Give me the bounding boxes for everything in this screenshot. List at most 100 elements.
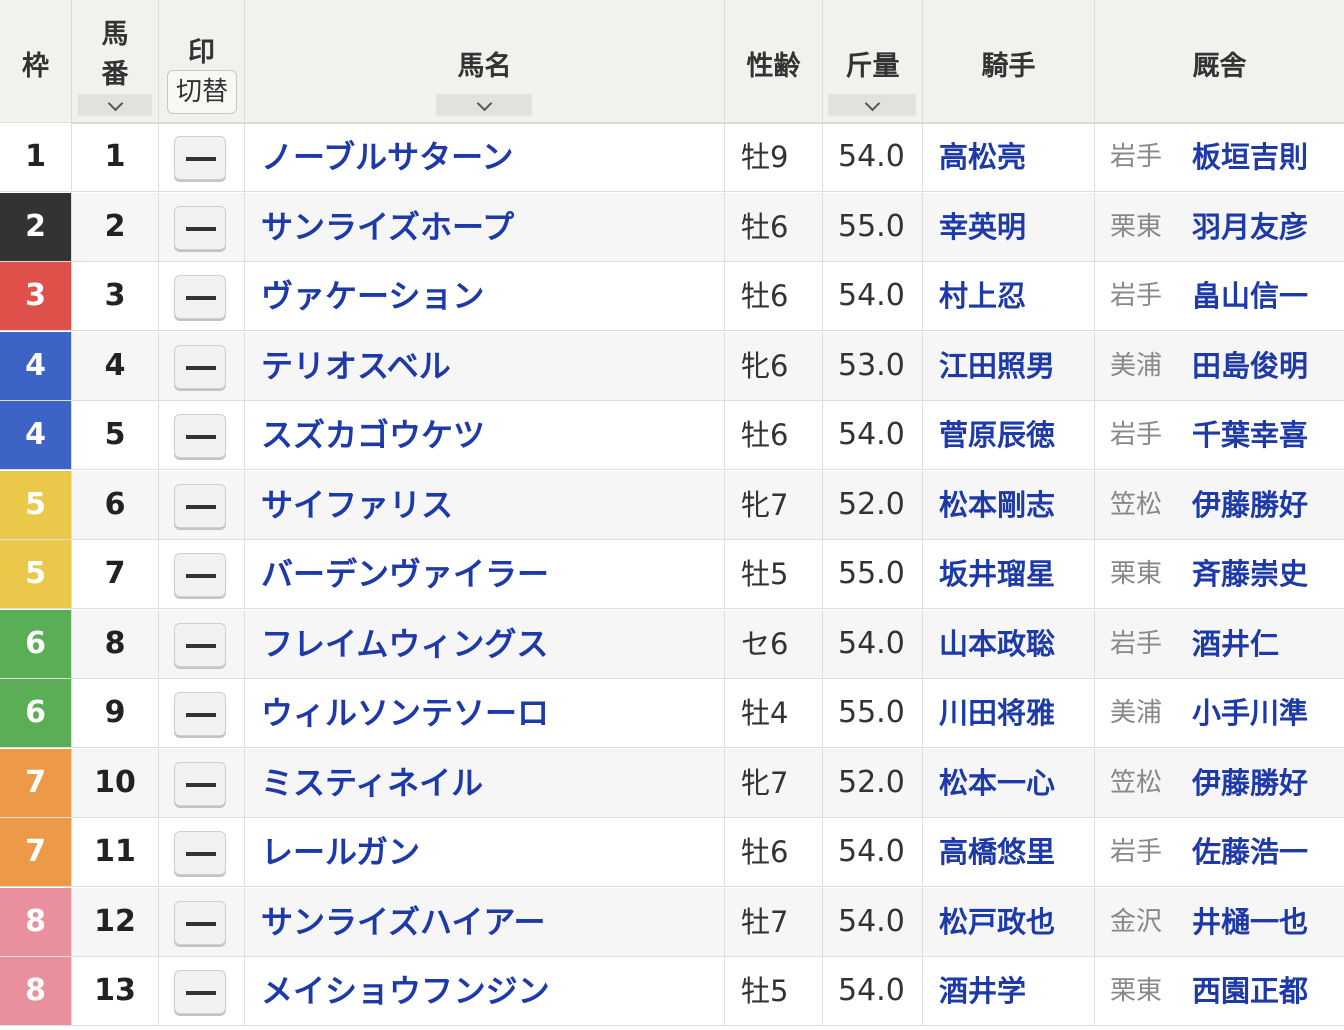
jockey-link[interactable]: 坂井瑠星 [939,540,1055,608]
horse-name-link[interactable]: ウィルソンテソーロ [261,679,549,747]
jockey-cell: 高橋悠里 [923,818,1095,886]
stable-region: 栗東 [1110,559,1163,589]
jockey-link[interactable]: 菅原辰徳 [939,401,1055,469]
horse-name-link[interactable]: ミスティネイル [261,749,483,817]
jockey-link[interactable]: 山本政聡 [939,610,1055,678]
trainer-link[interactable]: 羽月友彦 [1192,193,1308,261]
jockey-link[interactable]: 松戸政也 [939,888,1055,956]
mark-cell [159,401,245,469]
trainer-link[interactable]: 伊藤勝好 [1192,471,1308,539]
umaban-cell: 12 [72,887,159,956]
stable-cell: 岩手 畠山信一 [1095,262,1344,330]
header-umaban[interactable]: 馬 番 [72,0,159,122]
jockey-link[interactable]: 松本一心 [939,749,1055,817]
horse-name-link[interactable]: メイショウフンジン [261,957,550,1025]
mark-select-button[interactable] [174,622,226,667]
sexage-cell: 牡6 [725,401,823,469]
umaban-cell: 3 [72,262,159,330]
sexage-cell: 牝7 [725,470,823,539]
horse-name-link[interactable]: ヴァケーション [261,262,484,330]
jockey-link[interactable]: 酒井学 [939,957,1026,1025]
name-sort-button[interactable] [436,94,532,116]
trainer-link[interactable]: 小手川準 [1192,679,1308,747]
jockey-link[interactable]: 高橋悠里 [939,818,1055,886]
table-row[interactable]: 5 7 バーデンヴァイラー 牡5 55.0 坂井瑠星 栗東 斉藤崇史 [0,540,1344,609]
trainer-link[interactable]: 伊藤勝好 [1192,749,1308,817]
stable-cell: 岩手 酒井仁 [1095,610,1344,678]
sexage-cell: 牝7 [725,748,823,817]
horse-name-link[interactable]: バーデンヴァイラー [261,540,549,608]
dash-icon [186,157,216,161]
stable-cell: 栗東 西園正都 [1095,957,1344,1025]
mark-select-button[interactable] [174,761,226,806]
mark-select-button[interactable] [174,900,226,945]
mark-cell [159,192,245,261]
stable-cell: 金沢 井樋一也 [1095,888,1344,956]
table-row[interactable]: 5 6 サイファリス 牝7 52.0 松本剛志 笠松 伊藤勝好 [0,470,1344,540]
trainer-link[interactable]: 千葉幸喜 [1192,401,1308,469]
stable-cell: 美浦 田島俊明 [1095,332,1344,400]
weight-cell: 54.0 [823,818,923,886]
mark-select-button[interactable] [174,970,226,1014]
horse-name-link[interactable]: サイファリス [261,471,453,539]
header-weight[interactable]: 斤量 [823,0,923,122]
jockey-link[interactable]: 村上忍 [939,262,1026,330]
horse-name-link[interactable]: フレイムウィングス [261,610,548,678]
trainer-link[interactable]: 佐藤浩一 [1192,818,1308,886]
horse-name-link[interactable]: レールガン [261,818,420,886]
table-row[interactable]: 7 11 レールガン 牡6 54.0 高橋悠里 岩手 佐藤浩一 [0,818,1344,887]
sexage-cell: 牝6 [725,331,823,400]
jockey-cell: 松本一心 [923,748,1095,817]
table-row[interactable]: 8 13 メイショウフンジン 牡5 54.0 酒井学 栗東 西園正都 [0,957,1344,1026]
mark-select-button[interactable] [174,205,226,250]
table-row[interactable]: 4 5 スズカゴウケツ 牡6 54.0 菅原辰徳 岩手 千葉幸喜 [0,401,1344,470]
jockey-link[interactable]: 幸英明 [939,193,1026,261]
umaban-sort-button[interactable] [78,94,152,116]
trainer-link[interactable]: 西園正都 [1192,957,1308,1025]
mark-select-button[interactable] [174,414,226,458]
horse-name-link[interactable]: テリオスベル [261,332,451,400]
table-row[interactable]: 6 9 ウィルソンテソーロ 牡4 55.0 川田将雅 美浦 小手川準 [0,679,1344,748]
table-row[interactable]: 1 1 ノーブルサターン 牡9 54.0 高松亮 岩手 板垣吉則 [0,123,1344,192]
mark-select-button[interactable] [174,831,226,875]
weight-cell: 54.0 [823,887,923,956]
header-mark: 印 切替 [159,0,245,122]
weight-sort-button[interactable] [828,94,916,116]
mark-select-button[interactable] [174,483,226,528]
header-name[interactable]: 馬名 [245,0,725,122]
mark-select-button[interactable] [174,344,226,389]
trainer-link[interactable]: 畠山信一 [1192,262,1308,330]
table-row[interactable]: 6 8 フレイムウィングス セ6 54.0 山本政聡 岩手 酒井仁 [0,609,1344,679]
trainer-link[interactable]: 井樋一也 [1192,888,1308,956]
table-row[interactable]: 4 4 テリオスベル 牝6 53.0 江田照男 美浦 田島俊明 [0,331,1344,401]
trainer-link[interactable]: 斉藤崇史 [1192,540,1308,608]
horse-name-link[interactable]: サンライズハイアー [261,888,545,956]
horse-name-link[interactable]: スズカゴウケツ [261,401,485,469]
mark-select-button[interactable] [174,692,226,736]
umaban-cell: 13 [72,957,159,1025]
table-row[interactable]: 7 10 ミスティネイル 牝7 52.0 松本一心 笠松 伊藤勝好 [0,748,1344,818]
stable-cell: 岩手 佐藤浩一 [1095,818,1344,886]
horse-name-link[interactable]: サンライズホープ [261,193,514,261]
table-row[interactable]: 2 2 サンライズホープ 牡6 55.0 幸英明 栗東 羽月友彦 [0,192,1344,262]
table-row[interactable]: 8 12 サンライズハイアー 牡7 54.0 松戸政也 金沢 井樋一也 [0,887,1344,957]
trainer-link[interactable]: 田島俊明 [1192,332,1308,400]
jockey-link[interactable]: 高松亮 [939,123,1026,191]
mark-toggle-button[interactable]: 切替 [167,70,237,114]
horse-name-link[interactable]: ノーブルサターン [261,123,513,191]
jockey-link[interactable]: 川田将雅 [939,679,1055,747]
trainer-link[interactable]: 板垣吉則 [1192,123,1308,191]
dash-icon [186,643,216,648]
sexage-cell: セ6 [725,609,823,678]
table-row[interactable]: 3 3 ヴァケーション 牡6 54.0 村上忍 岩手 畠山信一 [0,262,1344,331]
mark-select-button[interactable] [174,136,226,180]
stable-region: 岩手 [1110,628,1163,659]
jockey-link[interactable]: 江田照男 [939,332,1055,400]
jockey-link[interactable]: 松本剛志 [939,471,1055,539]
sexage-cell: 牡6 [725,262,823,330]
stable-region: 金沢 [1110,906,1163,937]
mark-select-button[interactable] [174,553,226,597]
trainer-link[interactable]: 酒井仁 [1192,610,1279,678]
mark-select-button[interactable] [174,275,226,319]
weight-cell: 55.0 [823,679,923,747]
